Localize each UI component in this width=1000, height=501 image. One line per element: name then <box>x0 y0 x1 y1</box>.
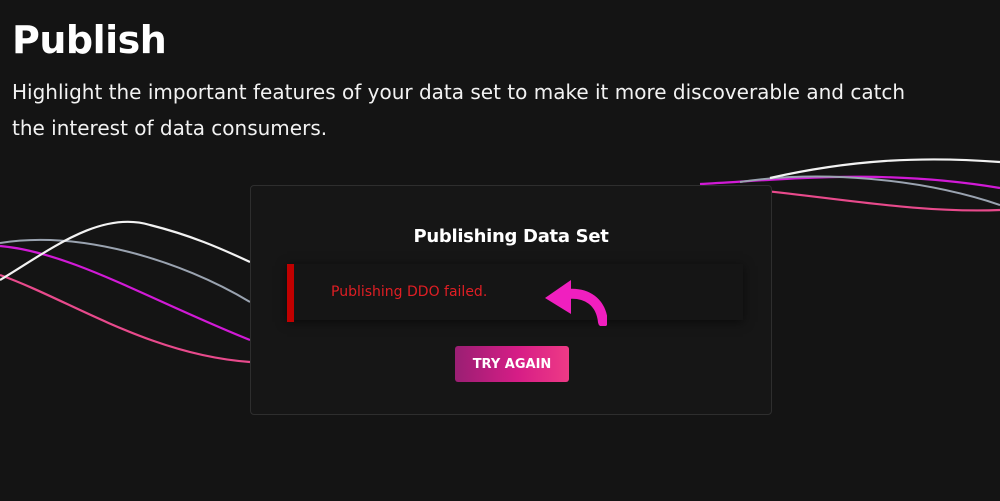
publish-page: Publish Highlight the important features… <box>0 0 1000 501</box>
error-indicator-bar <box>287 264 294 322</box>
publishing-modal: Publishing Data Set Publishing DDO faile… <box>250 185 772 415</box>
curved-arrow-icon <box>545 280 607 326</box>
page-title: Publish <box>12 18 167 62</box>
try-again-button[interactable]: TRY AGAIN <box>455 346 569 382</box>
modal-title: Publishing Data Set <box>413 226 609 247</box>
page-header: Publish Highlight the important features… <box>12 14 972 146</box>
page-description: Highlight the important features of your… <box>12 80 906 140</box>
error-alert: Publishing DDO failed. <box>287 264 743 326</box>
error-message: Publishing DDO failed. <box>331 284 488 300</box>
